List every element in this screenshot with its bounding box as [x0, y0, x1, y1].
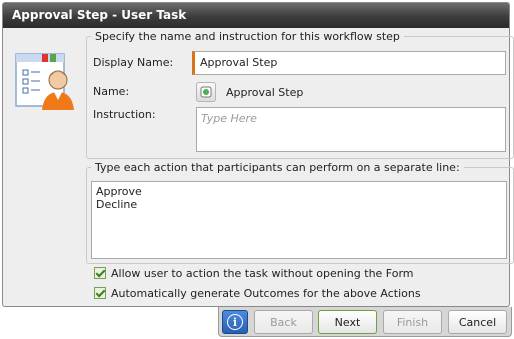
instruction-textarea[interactable]: Type Here — [196, 107, 506, 152]
step-type-icon — [196, 82, 216, 102]
checkbox-allow-action[interactable] — [94, 267, 106, 279]
window-title: Approval Step - User Task — [12, 8, 187, 22]
actions-textarea[interactable]: Approve Decline — [91, 181, 507, 259]
user-task-icon — [15, 53, 74, 110]
display-name-value: Approval Step — [200, 56, 278, 69]
action-line: Decline — [96, 198, 138, 211]
info-button[interactable]: i — [222, 310, 248, 334]
button-bar: i Back Next Finish Cancel — [218, 307, 512, 337]
display-name-label: Display Name: — [93, 56, 174, 69]
cancel-button[interactable]: Cancel — [448, 310, 507, 334]
dialog-window: Approval Step - User Task Specify the na… — [2, 2, 514, 307]
allow-action-without-form-option[interactable]: Allow user to action the task without op… — [94, 265, 414, 281]
auto-generate-outcomes-option[interactable]: Automatically generate Outcomes for the … — [94, 285, 421, 301]
auto-outcomes-label: Automatically generate Outcomes for the … — [111, 286, 421, 300]
checkbox-auto-outcomes[interactable] — [94, 287, 106, 299]
display-name-field[interactable]: Approval Step — [192, 51, 506, 75]
finish-button[interactable]: Finish — [383, 310, 442, 334]
instruction-placeholder: Type Here — [201, 112, 257, 125]
actions-legend: Type each action that participants can p… — [95, 161, 460, 174]
allow-action-label: Allow user to action the task without op… — [111, 266, 414, 280]
name-value: Approval Step — [226, 86, 304, 99]
back-button[interactable]: Back — [254, 310, 313, 334]
instruction-label: Instruction: — [93, 108, 156, 121]
name-label: Name: — [93, 85, 130, 98]
next-button[interactable]: Next — [318, 310, 377, 334]
step-details-legend: Specify the name and instruction for thi… — [95, 30, 400, 43]
action-line: Approve — [96, 185, 142, 198]
title-bar: Approval Step - User Task — [3, 3, 509, 28]
info-icon: i — [227, 314, 243, 330]
